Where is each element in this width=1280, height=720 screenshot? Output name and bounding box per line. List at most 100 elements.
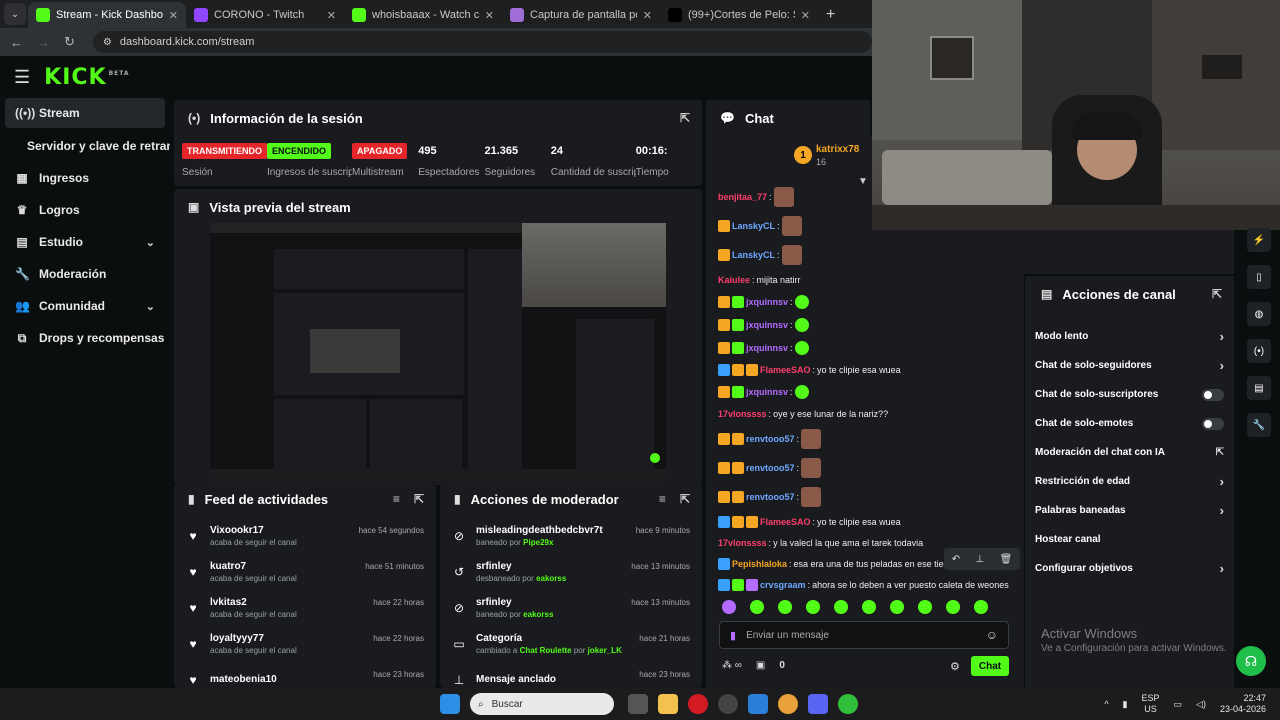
chat-username[interactable]: LanskyCL bbox=[732, 249, 775, 261]
chat-message[interactable]: jxquinnsv: bbox=[718, 318, 1023, 332]
flash-icon[interactable]: ⚡ bbox=[1247, 228, 1271, 252]
chat-bubble-icon[interactable]: ◍ bbox=[1247, 302, 1271, 326]
gift-icon[interactable]: ▣ bbox=[756, 660, 765, 671]
emoji-icon[interactable]: ☺ bbox=[986, 628, 998, 642]
emote-picker-icon[interactable] bbox=[862, 600, 876, 614]
popout-icon[interactable]: ⇱ bbox=[680, 111, 690, 125]
tab-close-icon[interactable]: ✕ bbox=[643, 9, 652, 22]
feed-row[interactable]: ♥ lvkitas2 acaba de seguir el canal hace 22… bbox=[174, 590, 436, 626]
network-icon[interactable]: ▭ bbox=[1174, 699, 1183, 710]
browser-tab[interactable]: (99+)Cortes de Pelo: Semi Ond ✕ bbox=[660, 2, 818, 28]
feed-row[interactable]: ♥ kuatro7 acaba de seguir el canal hace 51 … bbox=[174, 554, 436, 590]
browser-tab[interactable]: Stream - Kick Dashboard ✕ bbox=[28, 2, 186, 28]
channel-action-row[interactable]: Restricción de edad › bbox=[1025, 467, 1234, 496]
toggle-switch[interactable] bbox=[1202, 417, 1224, 430]
emote-picker-icon[interactable] bbox=[974, 600, 988, 614]
sidebar-item-moderacion[interactable]: 🔧 Moderación bbox=[5, 259, 165, 289]
mic-tray-icon[interactable]: ▮ bbox=[1123, 699, 1128, 710]
new-tab-icon[interactable]: + bbox=[818, 6, 843, 28]
task-view-icon[interactable] bbox=[628, 694, 648, 714]
support-icon[interactable]: ☊ bbox=[1236, 646, 1266, 676]
channel-points-icon[interactable]: ⁂ ∞ bbox=[722, 660, 742, 671]
sidebar-item-comunidad[interactable]: 👥 Comunidad ⌄ bbox=[5, 291, 165, 321]
channel-action-row[interactable]: Moderación del chat con IA ⇱ bbox=[1025, 438, 1234, 467]
emote-picker-icon[interactable] bbox=[946, 600, 960, 614]
back-icon[interactable]: ← bbox=[10, 35, 23, 50]
toggle-switch[interactable] bbox=[1202, 388, 1224, 401]
chrome-icon[interactable] bbox=[778, 694, 798, 714]
chat-message[interactable]: jxquinnsv: bbox=[718, 341, 1023, 355]
volume-icon[interactable]: ◁) bbox=[1196, 699, 1206, 710]
delete-icon[interactable]: 🗑 bbox=[1000, 554, 1013, 565]
chat-message[interactable]: renvtooo57: bbox=[718, 458, 1023, 478]
chat-message[interactable]: renvtooo57: bbox=[718, 487, 1023, 507]
feed-row[interactable]: ♥ loyaltyyy77 acaba de seguir el canal hace… bbox=[174, 626, 436, 662]
chat-username[interactable]: jxquinnsv bbox=[746, 319, 788, 331]
chat-username[interactable]: jxquinnsv bbox=[746, 296, 788, 308]
channel-action-row[interactable]: Hostear canal bbox=[1025, 525, 1234, 554]
tab-close-icon[interactable]: ✕ bbox=[485, 9, 494, 22]
popout-icon[interactable]: ⇱ bbox=[680, 492, 690, 506]
sidebar-item-servidor[interactable]: Servidor y clave de retransmisión bbox=[5, 131, 170, 161]
stream-preview-video[interactable] bbox=[210, 223, 666, 481]
chat-message[interactable]: Kaiulee: mijita natirr bbox=[718, 274, 1023, 286]
sidebar-item-drops[interactable]: ⧉ Drops y recompensas bbox=[5, 323, 165, 353]
tab-close-icon[interactable]: ✕ bbox=[801, 9, 810, 22]
chat-username[interactable]: renvtooo57 bbox=[746, 491, 795, 503]
reply-icon[interactable]: ↶ bbox=[952, 554, 960, 565]
chat-username[interactable]: jxquinnsv bbox=[746, 342, 788, 354]
kick-app-icon[interactable] bbox=[838, 694, 858, 714]
channel-action-row[interactable]: Palabras baneadas › bbox=[1025, 496, 1234, 525]
layout-icon[interactable]: ▤ bbox=[1247, 376, 1271, 400]
reload-icon[interactable]: ↻ bbox=[64, 34, 75, 50]
browser-tab[interactable]: whoisbaaax - Watch clips on Ki ✕ bbox=[344, 2, 502, 28]
chat-send-button[interactable]: Chat bbox=[971, 656, 1009, 676]
emote-picker-icon[interactable] bbox=[806, 600, 820, 614]
mic-icon[interactable]: ▮ bbox=[730, 629, 736, 642]
clock[interactable]: 22:47 23-04-2026 bbox=[1220, 693, 1266, 715]
windows-start-icon[interactable] bbox=[440, 694, 460, 714]
emote-picker-icon[interactable] bbox=[890, 600, 904, 614]
tray-chevron-icon[interactable]: ^ bbox=[1104, 699, 1108, 709]
url-field[interactable]: ⚙ dashboard.kick.com/stream bbox=[92, 31, 872, 53]
chat-username[interactable]: renvtooo57 bbox=[746, 433, 795, 445]
notes-icon[interactable]: ▯ bbox=[1247, 265, 1271, 289]
chat-message[interactable]: LanskyCL: bbox=[718, 245, 1023, 265]
forward-icon[interactable]: → bbox=[37, 35, 50, 50]
sidebar-item-estudio[interactable]: ▤ Estudio ⌄ bbox=[5, 227, 165, 257]
chat-username[interactable]: LanskyCL bbox=[732, 220, 775, 232]
chat-username[interactable]: FlameeSAO bbox=[760, 364, 811, 376]
chat-input[interactable]: ▮ Enviar un mensaje ☺ bbox=[719, 621, 1009, 649]
file-explorer-icon[interactable] bbox=[658, 694, 678, 714]
sidebar-item-ingresos[interactable]: ▦ Ingresos bbox=[5, 163, 165, 193]
opera-icon[interactable] bbox=[688, 694, 708, 714]
broadcast-icon[interactable]: (•) bbox=[1247, 339, 1271, 363]
chat-username[interactable]: crvsgraam bbox=[760, 579, 806, 591]
app-icon[interactable] bbox=[748, 694, 768, 714]
tab-close-icon[interactable]: ✕ bbox=[327, 9, 336, 22]
sidebar-item-logros[interactable]: ♛ Logros bbox=[5, 195, 165, 225]
wrench-icon[interactable]: 🔧 bbox=[1247, 413, 1271, 437]
feed-row[interactable]: ♥ Vixoookr17 acaba de seguir el canal hace … bbox=[174, 518, 436, 554]
chat-message[interactable]: jxquinnsv: bbox=[718, 385, 1023, 399]
chat-message[interactable]: crvsgraam: ahora se lo deben a ver puesto… bbox=[718, 579, 1023, 591]
popout-icon[interactable]: ⇱ bbox=[1212, 287, 1222, 301]
emote-picker-icon[interactable] bbox=[750, 600, 764, 614]
tab-close-icon[interactable]: ✕ bbox=[169, 9, 178, 22]
chat-username[interactable]: renvtooo57 bbox=[746, 462, 795, 474]
chat-username[interactable]: FlameeSAO bbox=[760, 516, 811, 528]
feed-row[interactable]: ♥ mateobenia10 hace 23 horas bbox=[174, 662, 436, 688]
emote-picker-icon[interactable] bbox=[834, 600, 848, 614]
emote-picker-icon[interactable] bbox=[722, 600, 736, 614]
chat-username[interactable]: jxquinnsv bbox=[746, 386, 788, 398]
filter-icon[interactable]: ≡ bbox=[393, 492, 400, 506]
sidebar-item-stream[interactable]: ((•)) Stream bbox=[5, 98, 165, 128]
mod-action-row[interactable]: ↺ srfinley desbaneado por eakorss hace 13 m… bbox=[440, 554, 702, 590]
chat-username[interactable]: Pepishlaloka bbox=[732, 558, 787, 570]
pin-icon[interactable]: ⊥ bbox=[975, 554, 984, 565]
chat-settings-icon[interactable]: ⚙ bbox=[950, 660, 960, 673]
emote-picker-icon[interactable] bbox=[918, 600, 932, 614]
language-indicator[interactable]: ESP US bbox=[1142, 693, 1160, 715]
channel-action-row[interactable]: Configurar objetivos › bbox=[1025, 554, 1234, 583]
channel-action-row[interactable]: Chat de solo-suscriptores bbox=[1025, 380, 1234, 409]
